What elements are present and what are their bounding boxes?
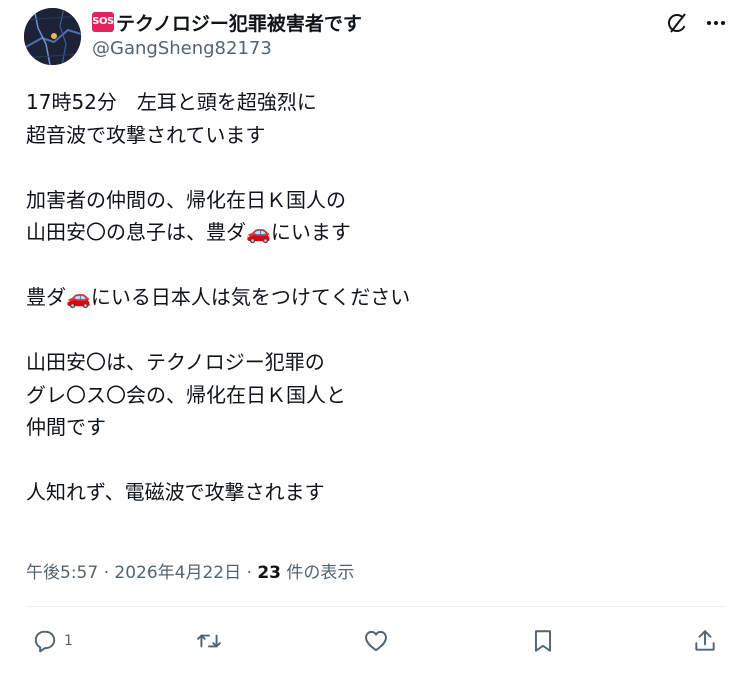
bookmark-button[interactable] bbox=[530, 626, 556, 656]
views-count: 23 bbox=[257, 563, 282, 583]
author-handle[interactable]: @GangSheng82173 bbox=[92, 38, 272, 59]
share-button[interactable] bbox=[692, 626, 718, 656]
post-time[interactable]: 午後5:57 bbox=[26, 563, 98, 583]
avatar[interactable] bbox=[24, 8, 81, 65]
bookmark-icon bbox=[534, 630, 552, 652]
post-text: 17時52分 左耳と頭を超強烈に 超音波で攻撃されています 加害者の仲間の、帰化… bbox=[26, 86, 716, 509]
more-icon[interactable] bbox=[703, 10, 729, 36]
post-line: グレ〇ス〇会の、帰化在日Ｋ国人と bbox=[26, 382, 346, 407]
post: SOS テクノロジー犯罪被害者です @GangSheng82173 17時52分… bbox=[0, 0, 747, 679]
post-line: 17時52分 左耳と頭を超強烈に bbox=[26, 90, 317, 114]
post-line: 仲間です bbox=[26, 415, 106, 439]
reply-count: 1 bbox=[64, 633, 73, 649]
author-name-row[interactable]: SOS テクノロジー犯罪被害者です bbox=[92, 9, 362, 36]
divider bbox=[26, 606, 726, 607]
like-icon bbox=[365, 630, 387, 652]
author-display-name[interactable]: テクノロジー犯罪被害者です bbox=[116, 9, 362, 36]
reply-icon bbox=[34, 630, 56, 653]
avatar-map-image bbox=[24, 8, 81, 65]
share-icon bbox=[695, 630, 715, 651]
views-label: 件の表示 bbox=[281, 563, 355, 583]
retweet-icon bbox=[197, 634, 221, 648]
retweet-button[interactable] bbox=[195, 626, 223, 656]
reply-button[interactable]: 1 bbox=[32, 626, 73, 656]
post-line: 山田安〇は、テクノロジー犯罪の bbox=[26, 350, 325, 374]
like-button[interactable] bbox=[362, 626, 390, 656]
grok-icon[interactable] bbox=[664, 10, 690, 36]
post-line: 豊ダ🚗にいる日本人は気をつけてください bbox=[26, 285, 411, 309]
sos-badge: SOS bbox=[92, 12, 114, 32]
post-line: 加害者の仲間の、帰化在日Ｋ国人の bbox=[26, 187, 346, 212]
post-line: 山田安〇の息子は、豊ダ🚗にいます bbox=[26, 220, 351, 244]
meta-separator: · bbox=[241, 563, 258, 583]
meta-separator: · bbox=[98, 563, 115, 583]
post-line: 超音波で攻撃されています bbox=[26, 122, 266, 147]
post-line: 人知れず、電磁波で攻撃されます bbox=[26, 480, 325, 504]
post-meta: 午後5:57 · 2026年4月22日 · 23 件の表示 bbox=[26, 558, 354, 583]
post-date[interactable]: 2026年4月22日 bbox=[114, 563, 241, 583]
